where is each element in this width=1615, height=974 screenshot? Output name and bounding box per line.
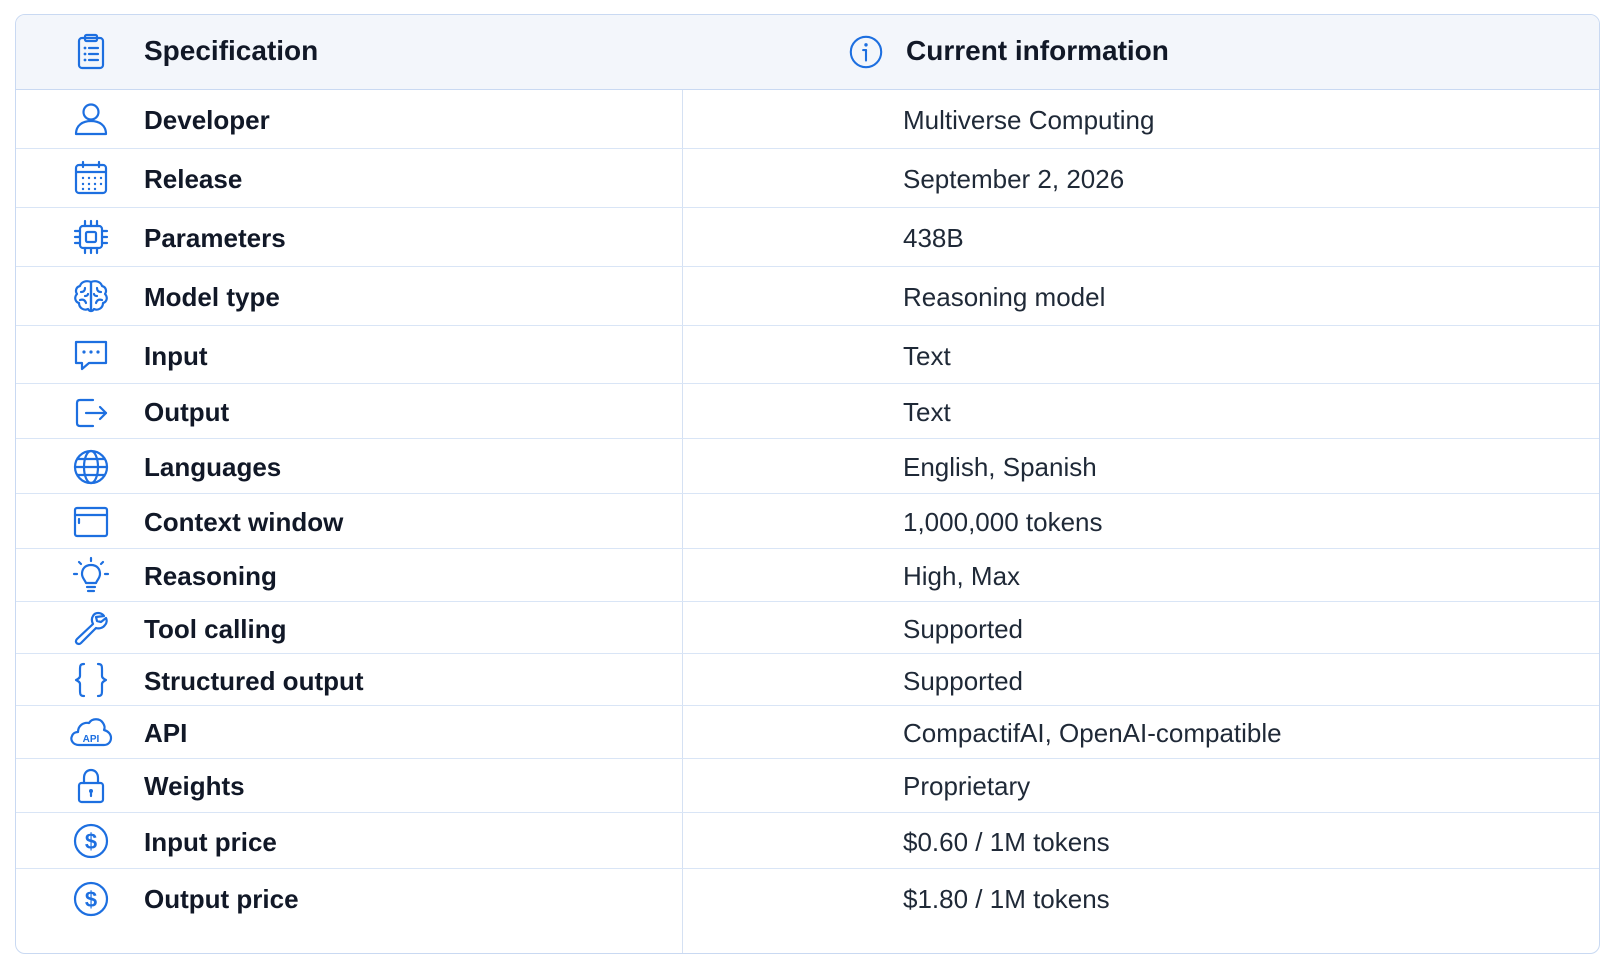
spec-label: Structured output [144,666,364,696]
table-row: Reasoning High, Max [16,549,1599,602]
table-row: Model type Reasoning model [16,267,1599,326]
brain-icon [71,276,111,316]
spec-label: Parameters [144,223,286,253]
table-row: Output Text [16,384,1599,439]
table-row: API API CompactifAI, OpenAI-compatible [16,706,1599,759]
cloud-api-icon: API [70,712,113,752]
table-row: $ Input price $0.60 / 1M tokens [16,813,1599,869]
spec-value: Text [903,397,951,427]
message-dots-icon [71,335,111,375]
spec-label: Input price [144,827,277,857]
table-header-row: Specification Current information [16,15,1599,90]
spec-value: High, Max [903,561,1021,591]
spec-label: Developer [144,105,270,135]
header-specification: Specification [144,35,319,66]
table-row: Developer Multiverse Computing [16,90,1599,149]
spec-value: Supported [903,614,1023,644]
spec-label: Reasoning [144,561,277,591]
spec-value: $0.60 / 1M tokens [903,827,1110,857]
spec-value: 438B [903,223,964,253]
table-row: Input Text [16,326,1599,384]
spec-table: Specification Current information Develo… [15,14,1600,954]
window-icon [71,502,111,542]
chip-icon [71,217,111,257]
svg-text:$: $ [85,829,97,854]
spec-value: Text [903,341,951,371]
info-circle-icon [846,32,886,72]
spec-label: Weights [144,771,245,801]
spec-value: September 2, 2026 [903,164,1125,194]
header-current-information: Current information [906,35,1169,66]
table-row: $ Output price $1.80 / 1M tokens [16,869,1599,953]
spec-label: Context window [144,507,344,537]
spec-value: Multiverse Computing [903,105,1155,135]
lock-icon [71,766,111,806]
spec-label: Output [144,397,230,427]
user-icon [71,99,111,139]
spec-value: $1.80 / 1M tokens [903,884,1110,914]
spec-value: Proprietary [903,771,1031,801]
lightbulb-icon [71,556,111,596]
spec-value: CompactifAI, OpenAI-compatible [903,718,1282,748]
wrench-icon [71,608,111,648]
svg-text:$: $ [85,887,97,912]
svg-text:API: API [83,734,100,745]
table-row: Release September 2, 2026 [16,149,1599,208]
globe-icon [71,447,111,487]
spec-value: English, Spanish [903,452,1097,482]
table-row: Tool calling Supported [16,602,1599,654]
table-row: Structured output Supported [16,654,1599,706]
spec-value: 1,000,000 tokens [903,507,1103,537]
spec-value: Supported [903,666,1023,696]
spec-label: Model type [144,282,280,312]
curly-braces-icon [71,660,111,700]
dollar-circle-icon: $ [71,879,111,919]
table-row: Weights Proprietary [16,759,1599,813]
table-row: Context window 1,000,000 tokens [16,494,1599,549]
spec-label: Input [144,341,208,371]
spec-label: API [144,718,188,748]
spec-label: Output price [144,884,299,914]
clipboard-list-icon [71,32,111,72]
export-arrow-icon [71,392,111,432]
spec-label: Release [144,164,243,194]
spec-label: Tool calling [144,614,287,644]
calendar-icon [71,158,111,198]
table-row: Parameters 438B [16,208,1599,267]
spec-value: Reasoning model [903,282,1106,312]
table-row: Languages English, Spanish [16,439,1599,494]
spec-label: Languages [144,452,282,482]
dollar-circle-icon: $ [71,821,111,861]
